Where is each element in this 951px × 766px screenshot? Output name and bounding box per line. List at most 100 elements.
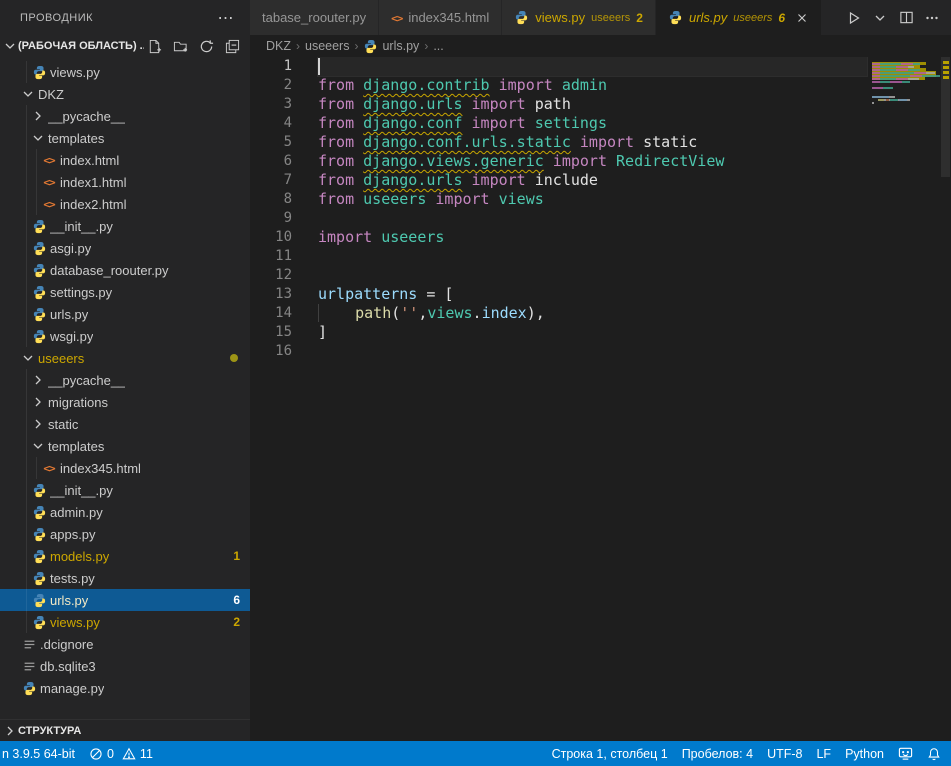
code-line-10[interactable]: 10import useeers: [250, 228, 867, 247]
breadcrumb-separator-icon: ›: [424, 39, 428, 53]
line-content: from django.urls import path: [318, 95, 867, 114]
status-warning[interactable]: 11: [122, 747, 153, 761]
status-right-0[interactable]: Строка 1, столбец 1: [552, 747, 668, 761]
ellipsis-icon[interactable]: ⋯: [214, 8, 239, 28]
tree-item-views.py[interactable]: views.py: [0, 61, 250, 83]
status-right-1[interactable]: Пробелов: 4: [682, 747, 753, 761]
tree-item-label: settings.py: [50, 285, 112, 300]
tree-item-urls.py[interactable]: urls.py: [0, 303, 250, 325]
tree-item-__init__.py[interactable]: __init__.py: [0, 479, 250, 501]
ellipsis-icon[interactable]: [921, 7, 943, 29]
tree-item-models.py[interactable]: models.py1: [0, 545, 250, 567]
code-line-2[interactable]: 2from django.contrib import admin: [250, 76, 867, 95]
code-line-1[interactable]: 1: [250, 57, 867, 76]
explorer-actions: [144, 36, 242, 56]
tree-item-label: .dcignore: [40, 637, 93, 652]
tree-item-db.sqlite3[interactable]: db.sqlite3: [0, 655, 250, 677]
chevron-down-icon[interactable]: [869, 7, 891, 29]
workspace-label: (РАБОЧАЯ ОБЛАСТЬ) ...: [18, 40, 144, 52]
breadcrumb-item-useeers[interactable]: useeers: [305, 39, 349, 53]
tree-item-views.py[interactable]: views.py2: [0, 611, 250, 633]
code-editor[interactable]: 12from django.contrib import admin3from …: [250, 57, 951, 741]
tree-item-settings.py[interactable]: settings.py: [0, 281, 250, 303]
tree-item-__init__.py[interactable]: __init__.py: [0, 215, 250, 237]
split-editor-icon[interactable]: [895, 7, 917, 29]
status-right-2[interactable]: UTF-8: [767, 747, 802, 761]
new-folder-icon[interactable]: [170, 36, 190, 56]
scrollbar[interactable]: [940, 57, 951, 741]
status-error[interactable]: 0: [89, 747, 114, 761]
tree-item-migrations[interactable]: migrations: [0, 391, 250, 413]
code-token: from: [318, 152, 363, 170]
code-line-11[interactable]: 11: [250, 247, 867, 266]
new-file-icon[interactable]: [144, 36, 164, 56]
status-left-0[interactable]: n 3.9.5 64-bit: [2, 747, 75, 761]
breadcrumb-item-DKZ[interactable]: DKZ: [266, 39, 291, 53]
tree-item-asgi.py[interactable]: asgi.py: [0, 237, 250, 259]
tree-item-index2.html[interactable]: <>index2.html: [0, 193, 250, 215]
tab-label: tabase_roouter.py: [262, 10, 366, 25]
code-token: '': [400, 304, 418, 322]
tree-item-static[interactable]: static: [0, 413, 250, 435]
code-line-9[interactable]: 9: [250, 209, 867, 228]
line-content: [318, 342, 867, 361]
code-line-13[interactable]: 13urlpatterns = [: [250, 285, 867, 304]
tree-item-.dcignore[interactable]: .dcignore: [0, 633, 250, 655]
tree-item-urls.py[interactable]: urls.py6: [0, 589, 250, 611]
tree-item-DKZ[interactable]: DKZ: [0, 83, 250, 105]
outline-section-header[interactable]: СТРУКТУРА: [0, 719, 250, 741]
tree-item-label: admin.py: [50, 505, 103, 520]
tree-item-wsgi.py[interactable]: wsgi.py: [0, 325, 250, 347]
tree-item-apps.py[interactable]: apps.py: [0, 523, 250, 545]
tree-item-index345.html[interactable]: <>index345.html: [0, 457, 250, 479]
tree-item-database_roouter.py[interactable]: database_roouter.py: [0, 259, 250, 281]
code-line-14[interactable]: 14 path('',views.index),: [250, 304, 867, 323]
tree-item-label: DKZ: [38, 87, 64, 102]
tree-item-admin.py[interactable]: admin.py: [0, 501, 250, 523]
breadcrumb-item-...[interactable]: ...: [433, 39, 443, 53]
tree-item-__pycache__[interactable]: __pycache__: [0, 369, 250, 391]
tree-item-index1.html[interactable]: <>index1.html: [0, 171, 250, 193]
tab-urls.py[interactable]: urls.pyuseeers6: [656, 0, 822, 35]
tree-item-templates[interactable]: templates: [0, 435, 250, 457]
close-icon[interactable]: [795, 11, 809, 25]
tree-item-useeers[interactable]: useeers: [0, 347, 250, 369]
refresh-icon[interactable]: [196, 36, 216, 56]
code-line-8[interactable]: 8from useeers import views: [250, 190, 867, 209]
status-right-3[interactable]: LF: [816, 747, 831, 761]
workspace-section-header[interactable]: (РАБОЧАЯ ОБЛАСТЬ) ...: [0, 35, 250, 57]
code-token: django.views.generic: [363, 152, 544, 170]
code-line-16[interactable]: 16: [250, 342, 867, 361]
tab-views.py[interactable]: views.pyuseeers2: [502, 0, 656, 35]
tab-index345.html[interactable]: <>index345.html: [379, 0, 502, 35]
tree-item-label: __pycache__: [48, 109, 125, 124]
tree-item-label: asgi.py: [50, 241, 91, 256]
status-bell[interactable]: [927, 747, 941, 761]
line-number: 12: [250, 266, 306, 285]
tab-tabase_roouter.py[interactable]: tabase_roouter.py: [250, 0, 379, 35]
code-line-7[interactable]: 7from django.urls import include: [250, 171, 867, 190]
tree-item-__pycache__[interactable]: __pycache__: [0, 105, 250, 127]
line-number: 13: [250, 285, 306, 304]
code-line-3[interactable]: 3from django.urls import path: [250, 95, 867, 114]
python-icon: [30, 328, 48, 344]
tree-item-label: views.py: [50, 615, 100, 630]
code-line-12[interactable]: 12: [250, 266, 867, 285]
collapse-all-icon[interactable]: [222, 36, 242, 56]
minimap[interactable]: [868, 57, 940, 741]
tree-item-index.html[interactable]: <>index.html: [0, 149, 250, 171]
line-number: 1: [250, 57, 306, 76]
code-line-6[interactable]: 6from django.views.generic import Redire…: [250, 152, 867, 171]
explorer-panel-header: ПРОВОДНИК ⋯: [0, 0, 250, 35]
breadcrumb-item-urls.py[interactable]: urls.py: [363, 39, 419, 54]
tree-item-templates[interactable]: templates: [0, 127, 250, 149]
tree-item-manage.py[interactable]: manage.py: [0, 677, 250, 699]
code-line-5[interactable]: 5from django.conf.urls.static import sta…: [250, 133, 867, 152]
tree-item-tests.py[interactable]: tests.py: [0, 567, 250, 589]
code-line-4[interactable]: 4from django.conf import settings: [250, 114, 867, 133]
code-line-15[interactable]: 15]: [250, 323, 867, 342]
status-feedback[interactable]: [898, 746, 913, 761]
run-icon[interactable]: [843, 7, 865, 29]
status-right-4[interactable]: Python: [845, 747, 884, 761]
code-token: django.urls: [363, 95, 462, 113]
